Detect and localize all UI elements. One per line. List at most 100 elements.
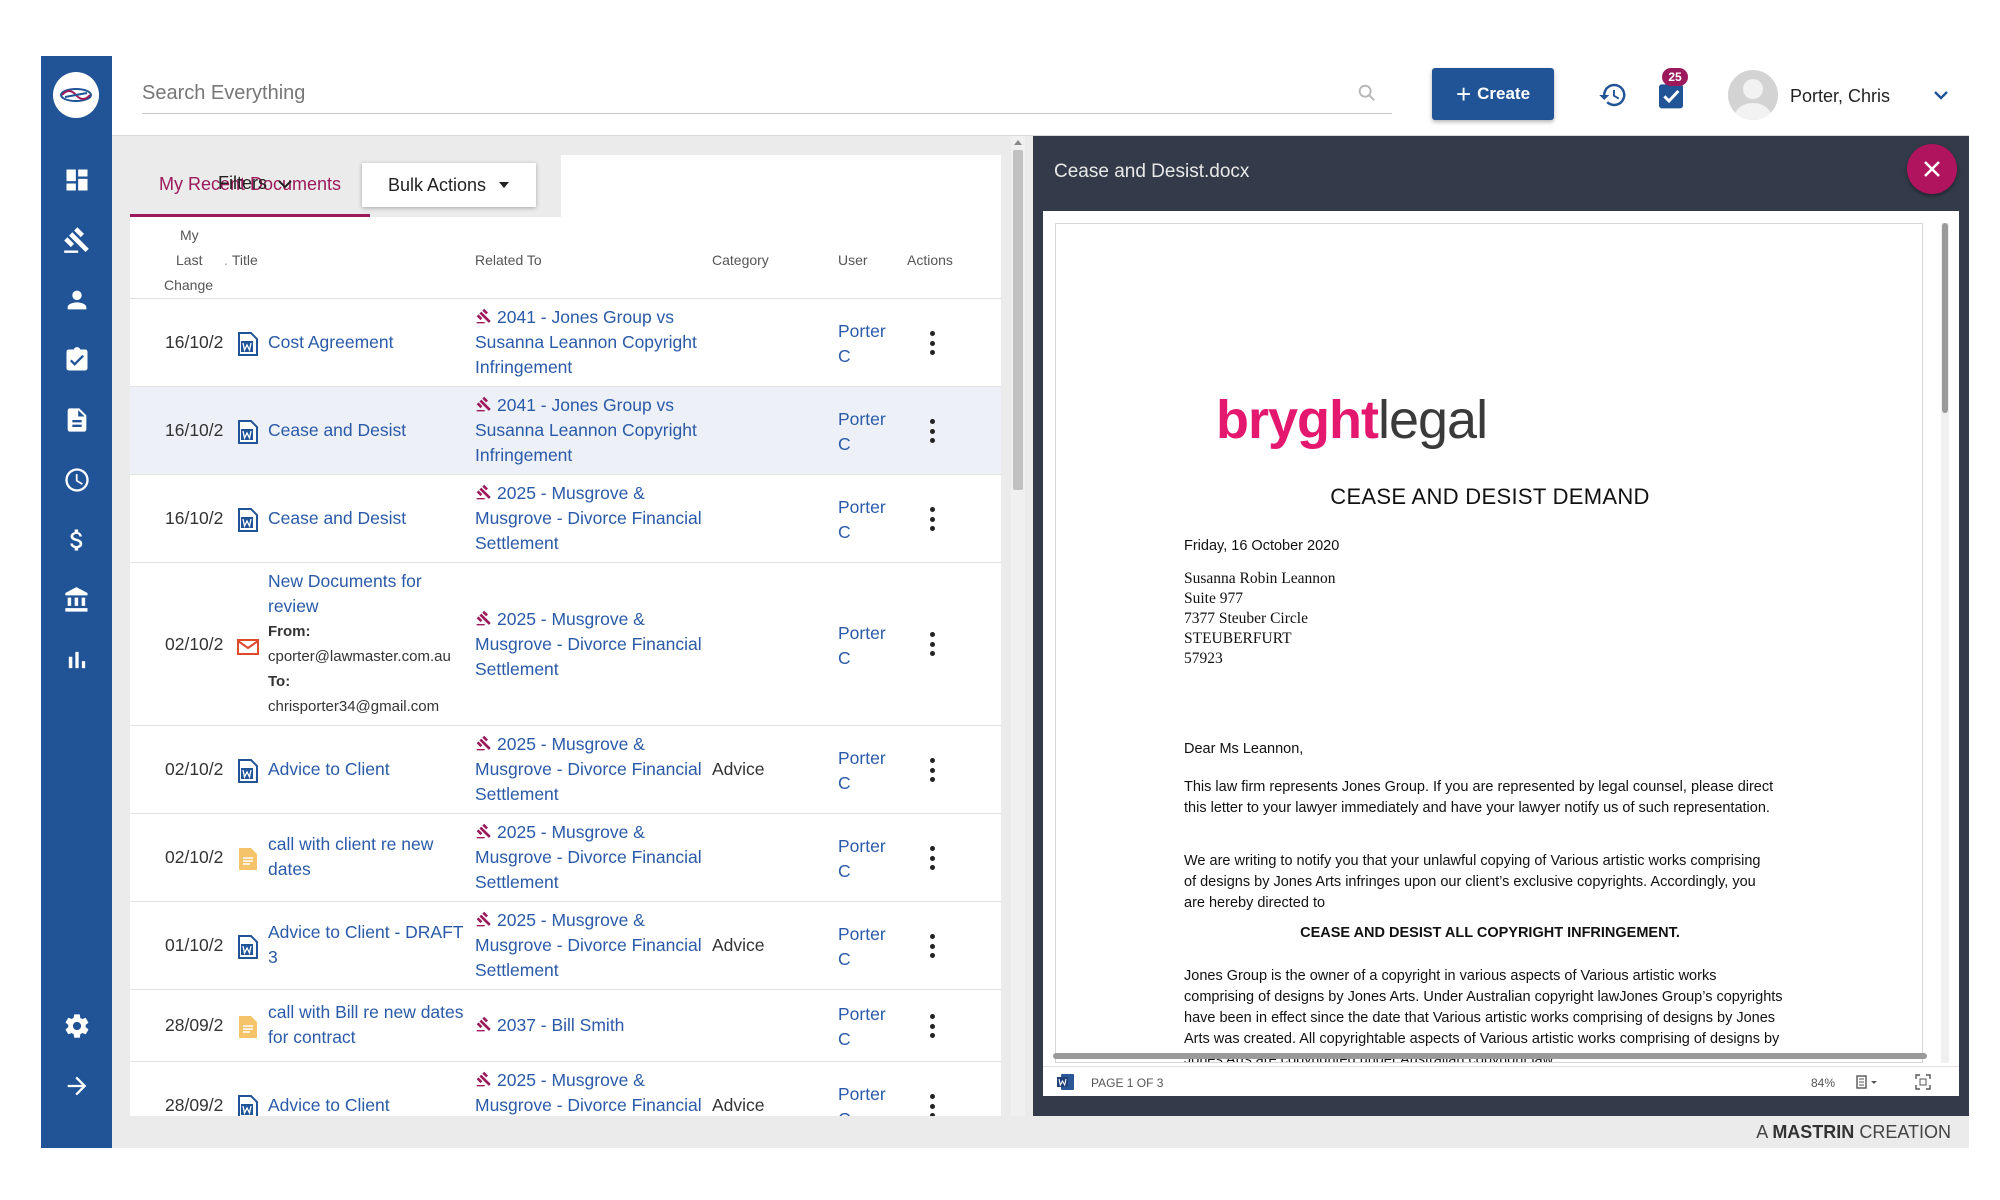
table-row[interactable]: 16/10/2 Cease and Desist 2041 - Jones Gr…: [130, 387, 1001, 475]
table-row[interactable]: 01/10/2 Advice to Client - DRAFT 3 2025 …: [130, 902, 1001, 990]
row-title-link[interactable]: Cost Agreement: [268, 330, 468, 355]
view-mode-icon[interactable]: [1855, 1074, 1879, 1090]
row-title-link[interactable]: Cease and Desist: [268, 506, 468, 531]
dashboard-icon: [66, 169, 87, 191]
row-user: Porter C: [838, 924, 886, 969]
nav-tasks[interactable]: [41, 336, 112, 384]
row-actions-menu[interactable]: [920, 1011, 944, 1041]
user-name[interactable]: Porter, Chris: [1790, 86, 1890, 107]
row-related-link[interactable]: 2037 - Bill Smith: [475, 1013, 705, 1038]
zoom-level[interactable]: 84%: [1811, 1076, 1835, 1090]
matter-gavel-icon: [476, 1071, 491, 1087]
nav-reports[interactable]: [41, 636, 112, 684]
row-category: Advice: [712, 759, 765, 779]
bank-icon: [64, 587, 87, 612]
row-related-link[interactable]: 2041 - Jones Group vs Susanna Leannon Co…: [475, 393, 705, 468]
nav-matters[interactable]: [41, 216, 112, 264]
row-date: 16/10/2: [165, 332, 224, 352]
document-viewer: bryghtlegal CEASE AND DESIST DEMAND Frid…: [1043, 211, 1959, 1096]
col-header-last[interactable]: Last: [176, 252, 202, 268]
app-logo[interactable]: [53, 72, 99, 118]
col-header-title[interactable]: . Title: [224, 252, 258, 268]
table-row[interactable]: 28/09/2 call with Bill re new dates for …: [130, 990, 1001, 1062]
bryght-legal-logo: bryghtlegal: [1216, 390, 1488, 450]
document-icon: [67, 408, 86, 432]
user-avatar[interactable]: [1728, 70, 1778, 120]
row-title-link[interactable]: New Documents for review: [268, 569, 473, 619]
row-title-link[interactable]: call with Bill re new dates for contract: [268, 1000, 468, 1050]
row-actions-menu[interactable]: [920, 629, 944, 659]
doc-subheading: CEASE AND DESIST ALL COPYRIGHT INFRINGEM…: [1300, 925, 1680, 941]
table-row[interactable]: 02/10/2 Advice to Client 2025 - Musgrove…: [130, 726, 1001, 814]
document-page: bryghtlegal CEASE AND DESIST DEMAND Frid…: [1055, 223, 1923, 1063]
row-actions-menu[interactable]: [920, 504, 944, 534]
row-date: 28/09/2: [165, 1015, 224, 1035]
row-actions-menu[interactable]: [920, 755, 944, 785]
nav-billing[interactable]: [41, 516, 112, 564]
row-actions-menu[interactable]: [920, 931, 944, 961]
search-icon[interactable]: [1356, 82, 1378, 104]
fullscreen-icon[interactable]: [1915, 1074, 1931, 1090]
matter-gavel-icon: [476, 1016, 491, 1032]
row-related-text: 2037 - Bill Smith: [497, 1015, 625, 1035]
nav-documents[interactable]: [41, 396, 112, 444]
bulk-actions-button[interactable]: Bulk Actions: [362, 163, 536, 207]
gavel-icon: [63, 227, 89, 253]
nav-expand[interactable]: [41, 1062, 112, 1110]
row-related-link[interactable]: 2025 - Musgrove & Musgrove - Divorce Fin…: [475, 732, 705, 807]
row-title-link[interactable]: Advice to Client: [268, 1093, 468, 1118]
row-title-link[interactable]: Cease and Desist: [268, 418, 468, 443]
row-related-link[interactable]: 2025 - Musgrove & Musgrove - Divorce Fin…: [475, 908, 705, 983]
nav-contacts[interactable]: [41, 276, 112, 324]
create-button[interactable]: + Create: [1432, 68, 1554, 120]
row-title-link[interactable]: Advice to Client - DRAFT 3: [268, 920, 468, 970]
row-related-link[interactable]: 2025 - Musgrove & Musgrove - Divorce Fin…: [475, 481, 705, 556]
nav-time[interactable]: [41, 456, 112, 504]
col-header-my[interactable]: My: [180, 227, 199, 243]
col-header-user[interactable]: User: [838, 252, 868, 268]
col-header-related[interactable]: Related To: [475, 252, 542, 268]
history-icon[interactable]: [1598, 80, 1628, 110]
doc-horizontal-scrollbar[interactable]: [1053, 1053, 1927, 1059]
avatar-placeholder-icon: [1735, 79, 1771, 120]
search-input[interactable]: [142, 74, 1392, 114]
list-scrollbar-thumb[interactable]: [1013, 150, 1023, 490]
caret-down-icon: [499, 182, 510, 188]
filters-button[interactable]: Filters: [218, 173, 293, 194]
table-row[interactable]: 02/10/2 call with client re new dates 20…: [130, 814, 1001, 902]
col-header-title-text: Title: [231, 252, 258, 268]
row-title-link[interactable]: call with client re new dates: [268, 832, 468, 882]
nav-trust[interactable]: [41, 576, 112, 624]
email-to: To:: [268, 673, 291, 690]
table-row[interactable]: 16/10/2 Cease and Desist 2025 - Musgrove…: [130, 475, 1001, 563]
chevron-down-icon[interactable]: [1932, 88, 1950, 102]
doc-address: Susanna Robin Leannon Suite 977 7377 Ste…: [1184, 570, 1336, 667]
col-header-category[interactable]: Category: [712, 252, 769, 268]
nav-settings[interactable]: [41, 1002, 112, 1050]
row-actions-menu[interactable]: [920, 843, 944, 873]
nav-dashboard[interactable]: [41, 156, 112, 204]
row-actions-menu[interactable]: [920, 416, 944, 446]
row-date: 02/10/2: [165, 759, 224, 779]
table-row[interactable]: 02/10/2 New Documents for review From: c…: [130, 563, 1001, 726]
scroll-up-arrow[interactable]: [1014, 140, 1022, 145]
close-preview-button[interactable]: [1907, 144, 1957, 194]
row-actions-menu[interactable]: [920, 328, 944, 358]
preview-file-name: Cease and Desist.docx: [1054, 161, 1250, 182]
top-header: + Create 25 Porter, Chris: [112, 56, 1969, 136]
row-title-link[interactable]: Advice to Client: [268, 757, 468, 782]
row-related-link[interactable]: 2025 - Musgrove & Musgrove - Divorce Fin…: [475, 607, 705, 682]
list-scrollbar[interactable]: [1011, 136, 1025, 1148]
row-related-link[interactable]: 2041 - Jones Group vs Susanna Leannon Co…: [475, 305, 705, 380]
table-row[interactable]: 16/10/2 Cost Agreement 2041 - Jones Grou…: [130, 299, 1001, 387]
doc-vertical-scrollbar[interactable]: [1941, 223, 1949, 1063]
create-button-label: Create: [1477, 84, 1531, 103]
bottom-bar: A MASTRIN CREATION: [112, 1116, 1969, 1148]
row-related-link[interactable]: 2025 - Musgrove & Musgrove - Divorce Fin…: [475, 820, 705, 895]
doc-scrollbar-thumb[interactable]: [1942, 223, 1948, 413]
email-to-address: chrisporter34@gmail.com: [268, 698, 440, 715]
logo-icon: [60, 88, 92, 102]
row-user: Porter C: [838, 409, 886, 454]
mastrin-credit: A MASTRIN CREATION: [1756, 1122, 1951, 1142]
col-header-change[interactable]: Change: [164, 277, 213, 293]
